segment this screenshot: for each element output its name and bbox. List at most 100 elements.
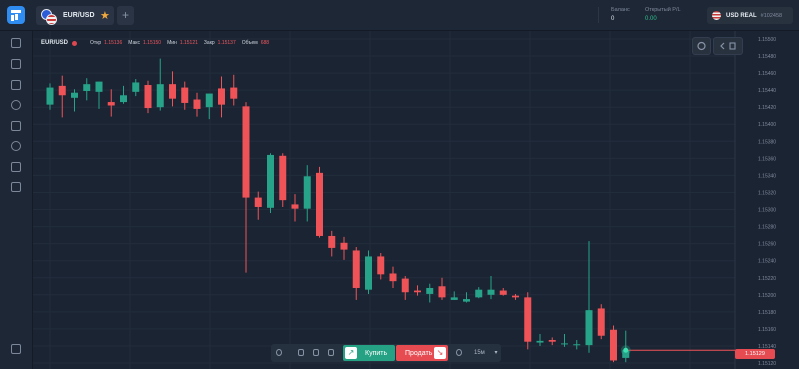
candle-body <box>561 343 568 345</box>
chart-settings-icon <box>697 41 706 51</box>
candle-body <box>597 308 605 336</box>
arrow-down-icon: ↘ <box>434 347 446 359</box>
clock-icon[interactable] <box>11 100 21 110</box>
y-tick-label: 1.15300 <box>758 208 776 214</box>
y-tick-label: 1.15360 <box>758 156 776 162</box>
candle-body <box>58 85 66 96</box>
account-name: USD REAL <box>726 12 757 19</box>
y-tick-label: 1.15200 <box>758 293 776 299</box>
favorite-star-icon[interactable]: ★ <box>100 9 110 22</box>
candle-body <box>328 235 336 248</box>
y-tick-label: 1.15500 <box>758 37 776 43</box>
low-value: 1.15121 <box>179 40 198 46</box>
candle-body <box>291 204 299 209</box>
close-value: 1.15137 <box>217 40 236 46</box>
buy-button[interactable]: ↗ Купить <box>343 345 395 361</box>
candle-body <box>316 172 323 236</box>
y-tick-label: 1.15120 <box>758 361 776 367</box>
candle-body <box>193 99 201 109</box>
balance-label: Баланс <box>611 7 630 13</box>
candle-body <box>107 102 115 106</box>
balance: Баланс 0 <box>611 7 630 22</box>
settings-icon[interactable] <box>11 141 21 151</box>
candle-body <box>512 295 519 298</box>
open-pl-label: Открытый P/L <box>645 7 681 13</box>
candle-body <box>83 84 91 91</box>
candle-body <box>205 93 213 108</box>
high-label: Макс <box>128 40 140 46</box>
high-value: 1.15150 <box>143 40 162 46</box>
portfolio-icon[interactable] <box>11 59 21 69</box>
y-tick-label: 1.15340 <box>758 173 776 179</box>
y-tick-label: 1.15180 <box>758 310 776 316</box>
calendar-icon[interactable] <box>11 182 21 192</box>
chevron-down-icon: ▾ <box>494 350 498 356</box>
candle-body <box>218 88 225 105</box>
timer-icon[interactable] <box>456 349 462 356</box>
y-tick-label: 1.15400 <box>758 122 776 128</box>
candle-body <box>267 154 274 208</box>
y-tick-label: 1.15440 <box>758 88 776 94</box>
y-tick-label: 1.15480 <box>758 54 776 60</box>
magnet-icon[interactable] <box>328 349 334 356</box>
account-selector[interactable]: USD REAL #102458 <box>707 7 793 24</box>
candle-body <box>156 84 164 108</box>
y-tick-label: 1.15420 <box>758 105 776 111</box>
asset-tab-label: EUR/USD <box>63 12 95 19</box>
y-tick-label: 1.15320 <box>758 190 776 196</box>
close-label: Закр <box>203 40 215 46</box>
candle-body <box>414 290 421 293</box>
y-tick-label: 1.15220 <box>758 276 776 282</box>
chart-type-icon[interactable] <box>276 349 282 356</box>
sell-button[interactable]: Продать ↘ <box>396 345 448 361</box>
us-flag-icon <box>712 11 721 20</box>
candle-body <box>46 87 54 105</box>
candle-body <box>426 287 434 294</box>
y-tick-label: 1.15280 <box>758 225 776 231</box>
chart-pair-label: EUR/USD <box>41 40 69 46</box>
price-chart[interactable]: 1.15500 1.15480 1.15460 1.15440 1.15420 1.154… <box>33 31 799 369</box>
draw-icon[interactable] <box>313 349 319 356</box>
news-icon[interactable] <box>11 162 21 172</box>
candle-body <box>303 176 311 209</box>
account-id: #102458 <box>760 12 783 19</box>
candle-body <box>365 256 372 290</box>
currency-flags-icon <box>41 8 57 25</box>
candle-body <box>610 329 617 361</box>
candle-body <box>181 87 189 103</box>
candle-body <box>340 242 348 250</box>
y-tick-label: 1.15260 <box>758 242 776 248</box>
indicators-icon[interactable] <box>298 349 304 356</box>
candle-body <box>144 85 152 109</box>
add-tab-button[interactable]: + <box>117 6 134 25</box>
candle-body <box>573 344 581 346</box>
candle-body <box>487 289 495 295</box>
timeframe-select[interactable]: 15м ▾ <box>474 349 498 356</box>
y-tick-label: 1.15380 <box>758 139 776 145</box>
candle-body <box>254 197 262 207</box>
chart-settings-button[interactable] <box>692 37 711 55</box>
candle-body <box>169 84 176 99</box>
asset-tab[interactable]: EUR/USD ★ <box>36 6 114 25</box>
low-label: Мин <box>167 40 177 46</box>
logout-icon[interactable] <box>11 344 21 354</box>
candle-body <box>230 87 238 99</box>
y-tick-label: 1.15240 <box>758 259 776 265</box>
y-tick-label: 1.15160 <box>758 327 776 333</box>
live-point-icon <box>623 347 629 353</box>
buy-label: Купить <box>365 349 388 357</box>
y-tick-label: 1.15460 <box>758 71 776 77</box>
chart-icon[interactable] <box>11 38 21 48</box>
book-icon[interactable] <box>11 121 21 131</box>
chart-nav-button[interactable] <box>713 37 743 55</box>
open-pl-value: 0.00 <box>645 16 657 22</box>
candle-body <box>438 286 446 298</box>
candle-body <box>242 106 250 198</box>
candle-body <box>389 273 397 282</box>
current-price-tag: 1.15129 <box>735 349 775 359</box>
app-logo-icon[interactable] <box>7 6 25 24</box>
volume-label: Объем <box>241 40 258 46</box>
briefcase-icon[interactable] <box>11 80 21 90</box>
candle-body <box>352 250 360 288</box>
candle-body <box>585 310 593 346</box>
